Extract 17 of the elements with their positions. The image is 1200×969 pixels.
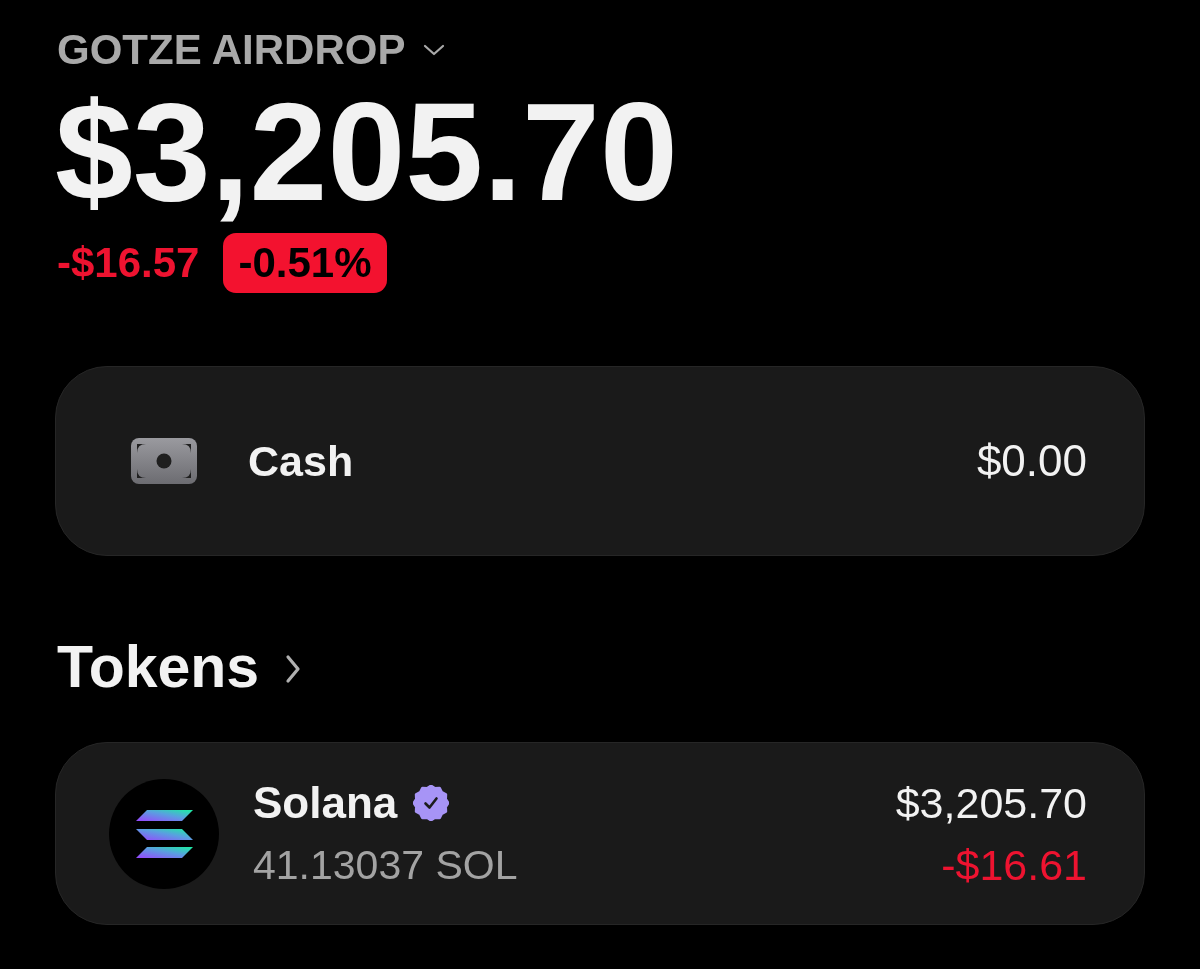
token-name: Solana (253, 777, 398, 828)
banknote-icon (131, 438, 197, 484)
token-row[interactable]: Solana 41.13037 SOL $3,205.70 -$16.61 (55, 742, 1145, 925)
cash-card[interactable]: Cash $0.00 (55, 366, 1145, 556)
token-value: $3,205.70 (895, 777, 1087, 828)
token-amount: 41.13037 SOL (253, 840, 518, 890)
total-balance: $3,205.70 (55, 82, 678, 222)
wallet-selector[interactable]: GOTZE AIRDROP (57, 28, 446, 72)
cash-value: $0.00 (976, 436, 1087, 486)
change-percent-pill: -0.51% (223, 233, 387, 293)
token-logo-icon (109, 778, 219, 889)
cash-label: Cash (248, 436, 354, 486)
chevron-down-icon (423, 44, 446, 56)
tokens-link[interactable]: Tokens (57, 637, 302, 697)
token-change: -$16.61 (941, 839, 1087, 890)
chevron-right-icon (285, 654, 302, 684)
change-amount: -$16.57 (57, 238, 200, 288)
